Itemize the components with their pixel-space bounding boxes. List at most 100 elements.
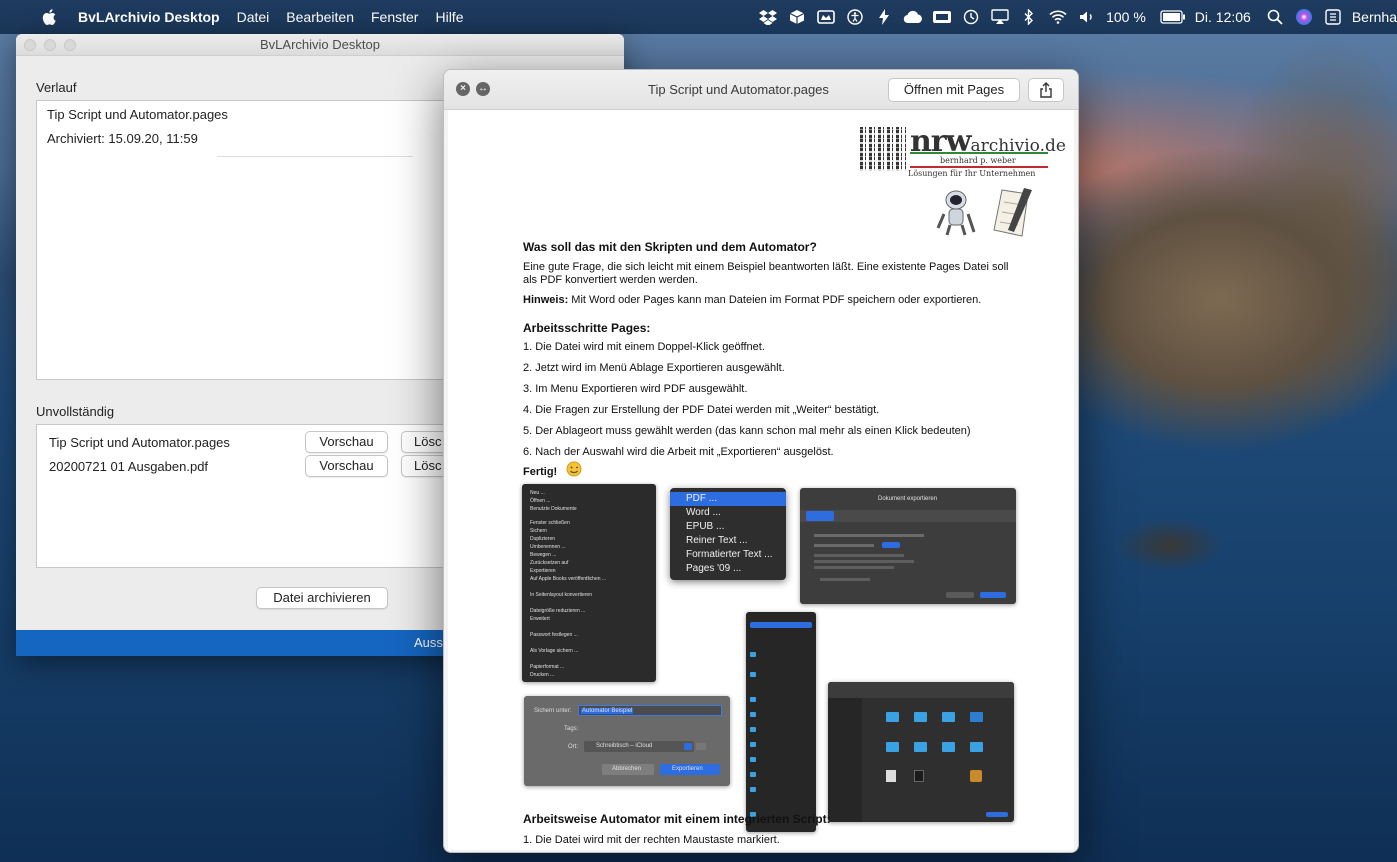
paragraph-intro: Eine gute Frage, die sich leicht mit ein… <box>523 261 1009 286</box>
placeholder-line <box>814 534 924 537</box>
location-sidebar-screenshot <box>746 612 816 832</box>
folder-icon <box>886 742 899 752</box>
menu-bearbeiten[interactable]: Bearbeiten <box>286 9 354 25</box>
status-text: Auss <box>414 635 443 650</box>
dropbox-icon[interactable] <box>758 8 778 26</box>
file-menu-screenshot: Neu ... Öffnen ... Benutzte Dokumente Fe… <box>522 484 656 682</box>
menu-fenster[interactable]: Fenster <box>371 9 418 25</box>
file-menu-item: Sichern <box>530 528 547 534</box>
cloud-icon[interactable] <box>903 8 923 26</box>
keyboard-icon[interactable] <box>932 8 952 26</box>
quicklook-toolbar[interactable]: × ↔ Tip Script und Automator.pages Öffne… <box>444 70 1078 110</box>
list-item: 6. Nach der Auswahl wird die Arbeit mit … <box>523 446 834 458</box>
folder-icon <box>970 742 983 752</box>
fertig-text: Fertig! <box>523 466 558 478</box>
terminal-icon <box>914 770 924 782</box>
file-menu-item: Papierformat ... <box>530 664 565 670</box>
user-name[interactable]: Bernha <box>1352 9 1397 25</box>
menu-hilfe[interactable]: Hilfe <box>435 9 463 25</box>
save-as-value: Automator Beispiel <box>581 708 634 714</box>
verlauf-line-1: Tip Script und Automator.pages <box>47 107 228 122</box>
logo-name: bernhard p. weber <box>940 156 1016 165</box>
export-option: Formatierter Text ... <box>686 549 773 560</box>
placeholder-line <box>814 554 904 557</box>
crown-icon[interactable] <box>816 8 836 26</box>
quicklook-title: Tip Script und Automator.pages <box>648 82 829 97</box>
zoom-button[interactable] <box>64 39 76 51</box>
control-center-icon[interactable] <box>1323 8 1343 26</box>
verlauf-divider <box>217 156 413 157</box>
logo-tagline: Lösungen für Ihr Unternehmen <box>908 169 1036 178</box>
package-icon[interactable] <box>787 8 807 26</box>
export-dialog-screenshot: Dokument exportieren <box>800 488 1016 604</box>
bluetooth-icon[interactable] <box>1019 8 1039 26</box>
file-menu-item: Zurücksetzen auf <box>530 560 569 566</box>
document-page[interactable]: nrwarchivio.de bernhard p. weber Lösunge… <box>448 110 1074 850</box>
document-icon <box>886 770 896 782</box>
menu-datei[interactable]: Datei <box>237 9 270 25</box>
close-button[interactable] <box>24 39 36 51</box>
battery-icon[interactable] <box>1160 8 1186 26</box>
placeholder-line <box>820 578 870 581</box>
finder-sidebar <box>828 698 862 822</box>
share-icon <box>1040 82 1052 98</box>
battery-percent: 100 % <box>1106 9 1146 25</box>
archive-file-button[interactable]: Datei archivieren <box>256 587 388 609</box>
automator-robot-icon <box>936 190 976 236</box>
main-window-title: BvLArchivio Desktop <box>260 37 380 52</box>
folder-icon <box>750 757 756 762</box>
file-menu-item: Benutzte Dokumente <box>530 506 577 512</box>
preview-button[interactable]: Vorschau <box>305 431 388 453</box>
export-option: EPUB ... <box>686 521 725 532</box>
folder-icon <box>970 712 983 722</box>
folder-icon <box>750 712 756 717</box>
file-menu-item: Öffnen ... <box>530 498 551 504</box>
fullscreen-icon[interactable]: ↔ <box>476 82 490 96</box>
time-machine-icon[interactable] <box>961 8 981 26</box>
finder-window-screenshot <box>828 682 1014 822</box>
window-controls <box>24 39 76 51</box>
export-option: PDF ... <box>670 492 786 506</box>
open-with-pages-button[interactable]: Öffnen mit Pages <box>888 78 1020 102</box>
folder-icon <box>750 697 756 702</box>
wifi-icon[interactable] <box>1048 8 1068 26</box>
quicklook-window: × ↔ Tip Script und Automator.pages Öffne… <box>443 69 1079 853</box>
export-option: Pages '09 ... <box>686 563 742 574</box>
heading-skripte-automator: Was soll das mit den Skripten und dem Au… <box>523 240 817 254</box>
heading-arbeitsschritte: Arbeitsschritte Pages: <box>523 321 651 335</box>
save-dialog-screenshot: Sichern unter: Automator Beispiel Tags: … <box>524 696 730 786</box>
menu-bar: BvLArchivio Desktop Datei Bearbeiten Fen… <box>0 0 1397 34</box>
export-dialog-title: Dokument exportieren <box>878 496 938 502</box>
airplay-icon[interactable] <box>990 8 1010 26</box>
file-menu-item: Erweitert <box>530 616 550 622</box>
file-menu-item: Exportieren <box>530 568 556 574</box>
minimize-button[interactable] <box>44 39 56 51</box>
location-select: Schreibtisch – iCloud <box>584 741 694 752</box>
preview-button[interactable]: Vorschau <box>305 455 388 477</box>
file-menu-item: In Seitenlayout konvertieren <box>530 592 592 598</box>
location-stepper <box>684 743 692 750</box>
spotlight-icon[interactable] <box>1265 8 1285 26</box>
main-titlebar[interactable]: BvLArchivio Desktop <box>16 34 624 56</box>
file-menu-item: Als Vorlage sichern ... <box>530 648 579 654</box>
folder-icon <box>886 712 899 722</box>
smiley-emoji-icon <box>566 461 582 477</box>
list-item: 4. Die Fragen zur Erstellung der PDF Dat… <box>523 404 880 416</box>
folder-icon <box>750 652 756 657</box>
apple-icon[interactable] <box>40 7 60 27</box>
clock[interactable]: Di. 12:06 <box>1195 9 1251 25</box>
volume-icon[interactable] <box>1077 8 1097 26</box>
verlauf-line-2: Archiviert: 15.09.20, 11:59 <box>47 131 198 146</box>
finder-open-chip <box>986 812 1008 817</box>
list-item: 2. Jetzt wird im Menü Ablage Exportieren… <box>523 362 785 374</box>
paragraph-hint: Hinweis: Mit Word oder Pages kann man Da… <box>523 294 1043 307</box>
share-button[interactable] <box>1028 78 1064 102</box>
app-icon <box>970 770 982 782</box>
menu-app-name[interactable]: BvLArchivio Desktop <box>78 9 220 25</box>
close-icon[interactable]: × <box>456 82 470 96</box>
accessibility-icon[interactable] <box>845 8 865 26</box>
siri-icon[interactable] <box>1294 8 1314 26</box>
dialog-next-chip <box>980 592 1006 598</box>
verlauf-label: Verlauf <box>36 80 77 95</box>
bolt-icon[interactable] <box>874 8 894 26</box>
